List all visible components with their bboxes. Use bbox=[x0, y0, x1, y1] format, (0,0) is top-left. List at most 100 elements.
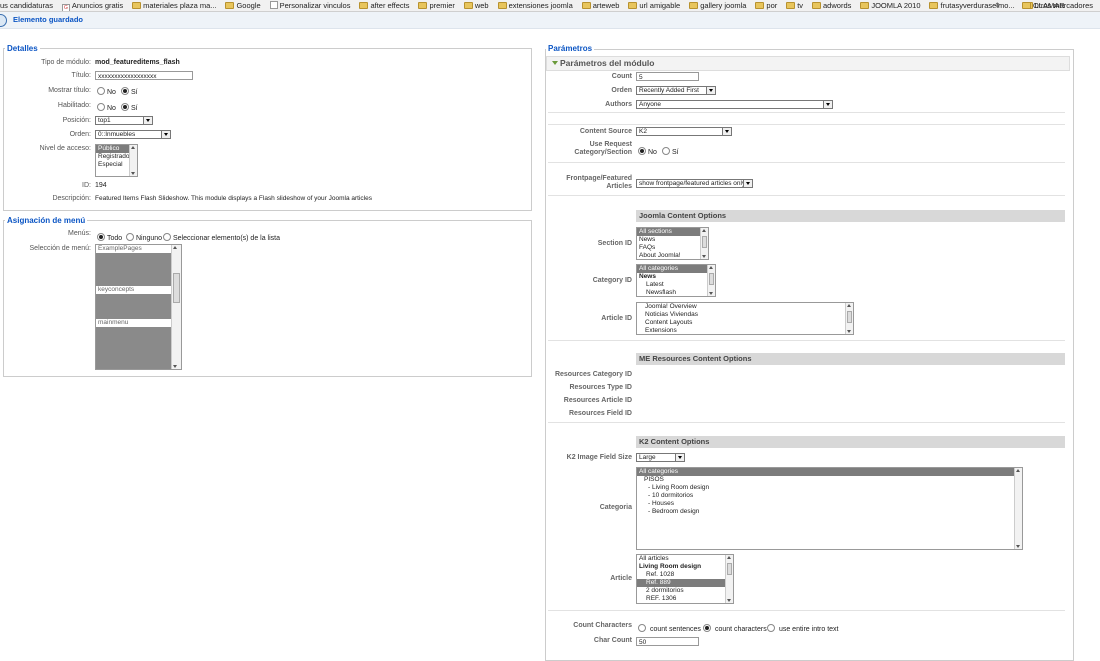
scrollbar-thumb[interactable] bbox=[727, 563, 732, 575]
other-bookmarks[interactable]: Otros marcadores bbox=[1021, 0, 1093, 11]
mostrar-si-option[interactable]: Sí bbox=[121, 87, 138, 96]
bookmark-item[interactable]: G Anuncios gratis bbox=[61, 0, 123, 11]
scrollbar[interactable] bbox=[129, 145, 137, 176]
menus-ninguno-option[interactable]: Ninguno bbox=[126, 233, 162, 242]
list-item[interactable]: REF. 1306 bbox=[637, 595, 733, 603]
habilitado-si-option[interactable]: Sí bbox=[121, 103, 138, 112]
count-characters-option[interactable]: count characters bbox=[703, 624, 767, 633]
scrollbar[interactable] bbox=[845, 303, 853, 334]
menu-items-block[interactable] bbox=[96, 327, 181, 369]
scrollbar[interactable] bbox=[171, 245, 181, 369]
bookmark-item[interactable]: web bbox=[463, 0, 489, 11]
menus-todo-option[interactable]: Todo bbox=[97, 233, 122, 242]
list-item[interactable]: PISOS bbox=[637, 476, 1022, 484]
category-id-list[interactable]: All categories News Latest Newsflash bbox=[636, 264, 716, 297]
menus-select-option[interactable]: Seleccionar elemento(s) de la lista bbox=[163, 233, 280, 242]
scrollbar-thumb[interactable] bbox=[709, 273, 714, 285]
bookmark-item[interactable]: por bbox=[755, 0, 777, 11]
scrollbar[interactable] bbox=[707, 265, 715, 296]
module-params-header[interactable]: Parámetros del módulo bbox=[546, 56, 1070, 71]
menu-group[interactable]: mainmenu bbox=[96, 319, 181, 327]
content-source-select[interactable]: K2 bbox=[636, 127, 732, 136]
article-list[interactable]: All articles Living Room design Ref. 102… bbox=[636, 554, 734, 604]
list-item[interactable]: News bbox=[637, 273, 715, 281]
bookmark-item[interactable]: tv bbox=[786, 0, 803, 11]
menu-group[interactable]: keyconcepts bbox=[96, 286, 181, 294]
radio-icon bbox=[662, 147, 670, 155]
categoria-list[interactable]: All categories PISOS - Living Room desig… bbox=[636, 467, 1023, 550]
list-item[interactable]: All sections bbox=[637, 228, 708, 236]
scrollbar-thumb[interactable] bbox=[702, 236, 707, 248]
list-item[interactable]: Ref. 1028 bbox=[637, 571, 733, 579]
bookmark-item[interactable]: materiales plaza ma... bbox=[132, 0, 217, 11]
menu-group[interactable]: ExamplePages bbox=[96, 245, 181, 253]
bookmarks-overflow-button[interactable]: » bbox=[996, 0, 1000, 11]
posicion-select[interactable]: top1 bbox=[95, 116, 153, 125]
menu-items-block[interactable] bbox=[96, 253, 181, 286]
bookmark-item[interactable]: url amigable bbox=[628, 0, 680, 11]
list-item[interactable]: - 10 dormitorios bbox=[637, 492, 1022, 500]
list-item[interactable]: - Houses bbox=[637, 500, 1022, 508]
bookmark-item[interactable]: after effects bbox=[359, 0, 410, 11]
bookmark-label: JOOMLA 2010 bbox=[871, 1, 921, 10]
menu-items-block[interactable] bbox=[96, 294, 181, 319]
list-item[interactable]: Extensions bbox=[637, 327, 853, 334]
bookmarks-bar: us candidaturas G Anuncios gratis materia… bbox=[0, 0, 1100, 12]
list-item[interactable]: - Living Room design bbox=[637, 484, 1022, 492]
count-input[interactable]: 5 bbox=[636, 72, 699, 81]
intro-text-option[interactable]: use entire intro text bbox=[767, 624, 838, 633]
habilitado-no-option[interactable]: No bbox=[97, 103, 116, 112]
char-count-input[interactable]: 50 bbox=[636, 637, 699, 646]
titulo-input[interactable]: xxxxxxxxxxxxxxxxxx bbox=[95, 71, 193, 80]
bookmark-item[interactable]: adwords bbox=[812, 0, 851, 11]
list-item[interactable]: News bbox=[637, 236, 708, 244]
nivel-acceso-list[interactable]: Público Registrado Especial bbox=[95, 144, 138, 177]
bookmark-item[interactable]: arteweb bbox=[581, 0, 619, 11]
list-item[interactable]: About Joomla! bbox=[637, 252, 708, 259]
list-item[interactable]: 2 dormitorios bbox=[637, 587, 733, 595]
orden-select[interactable]: 0::Inmuebles bbox=[95, 130, 171, 139]
list-item[interactable]: FAQs bbox=[637, 244, 708, 252]
list-item[interactable]: Content Layouts bbox=[637, 319, 853, 327]
tipo-value: mod_featureditems_flash bbox=[95, 59, 180, 66]
k2-image-size-select[interactable]: Large bbox=[636, 453, 685, 462]
list-item[interactable]: Noticias Viviendas bbox=[637, 311, 853, 319]
use-request-si-option[interactable]: Sí bbox=[662, 147, 679, 156]
scrollbar[interactable] bbox=[1014, 468, 1022, 549]
menu-selection-list[interactable]: ExamplePages keyconcepts mainmenu bbox=[95, 244, 182, 370]
bookmark-item[interactable]: JOOMLA 2010 bbox=[860, 0, 921, 11]
frontpage-select[interactable]: show frontpage/featured articles only bbox=[636, 179, 753, 188]
bookmark-item[interactable]: extensiones joomla bbox=[497, 0, 573, 11]
count-sentences-option[interactable]: count sentences bbox=[638, 624, 701, 633]
mostrar-no-option[interactable]: No bbox=[97, 87, 116, 96]
list-item[interactable]: Ref. 889 bbox=[637, 579, 733, 587]
authors-select[interactable]: Anyone bbox=[636, 100, 833, 109]
radio-icon bbox=[97, 87, 105, 95]
section-id-list[interactable]: All sections News FAQs About Joomla! bbox=[636, 227, 709, 260]
list-item[interactable]: Living Room design bbox=[637, 563, 733, 571]
orden-param-select[interactable]: Recently Added First bbox=[636, 86, 716, 95]
bookmark-item[interactable]: Personalizar vinculos bbox=[269, 0, 350, 11]
bookmark-item[interactable]: gallery joomla bbox=[689, 0, 746, 11]
list-item[interactable]: Newsflash bbox=[637, 289, 715, 296]
list-item[interactable]: All articles bbox=[637, 555, 733, 563]
scrollbar[interactable] bbox=[700, 228, 708, 259]
bookmark-item[interactable]: premier bbox=[418, 0, 455, 11]
bookmark-item[interactable]: Google bbox=[225, 0, 261, 11]
use-request-no-option[interactable]: No bbox=[638, 147, 657, 156]
scrollbar-thumb[interactable] bbox=[847, 311, 852, 323]
scrollbar[interactable] bbox=[725, 555, 733, 603]
bookmark-item[interactable]: frutasyverduraselmo... bbox=[929, 0, 1015, 11]
resources-field-label: Resources Field ID bbox=[568, 410, 632, 417]
list-item[interactable]: All categories bbox=[637, 468, 1022, 476]
list-item[interactable]: - Bedroom design bbox=[637, 508, 1022, 516]
list-item[interactable]: Joomla! Overview bbox=[637, 303, 853, 311]
scrollbar-thumb[interactable] bbox=[173, 273, 180, 303]
bookmark-item[interactable]: us candidaturas bbox=[0, 0, 53, 11]
list-item[interactable]: Latest bbox=[637, 281, 715, 289]
chevron-down-icon bbox=[823, 101, 832, 108]
list-item[interactable]: All categories bbox=[637, 265, 715, 273]
message-bar: Elemento guardado bbox=[0, 12, 1100, 29]
folder-icon bbox=[689, 2, 699, 9]
article-id-list[interactable]: Joomla! Overview Noticias Viviendas Cont… bbox=[636, 302, 854, 335]
